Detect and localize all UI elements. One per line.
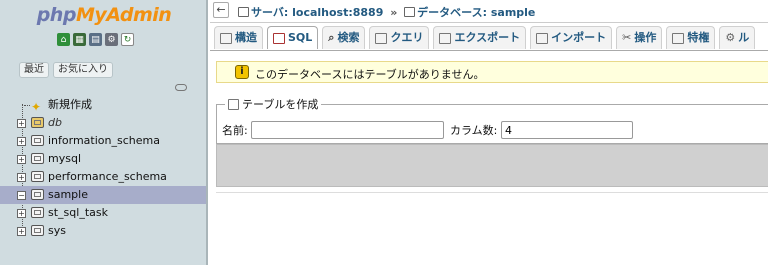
tree-item-information-schema[interactable]: + information_schema: [0, 132, 206, 150]
tab-import[interactable]: インポート: [530, 26, 613, 49]
operations-icon: ✂: [622, 31, 632, 44]
tab-export[interactable]: エクスポート: [433, 26, 527, 49]
info-icon: i: [235, 65, 249, 79]
tree-item-performance-schema[interactable]: + performance_schema: [0, 168, 206, 186]
privileges-icon: [672, 32, 685, 44]
home-icon[interactable]: ⌂: [57, 33, 70, 46]
query-icon: [375, 32, 388, 44]
expand-icon[interactable]: +: [17, 209, 26, 218]
tree-item-label: st_sql_task: [48, 206, 108, 219]
server-icon: [238, 7, 249, 17]
tab-underline: [210, 50, 768, 51]
database-tree: ✦ 新規作成 + db + information_schema + mysql…: [0, 96, 206, 240]
structure-icon: [220, 32, 232, 44]
tree-item-label: mysql: [48, 152, 81, 165]
table-icon: [228, 98, 239, 110]
tree-item-sys[interactable]: + sys: [0, 222, 206, 240]
divider: [216, 192, 768, 193]
tab-routines[interactable]: ⚙ ル: [719, 26, 756, 49]
fieldset-footer: [216, 144, 768, 187]
breadcrumb-server[interactable]: サーバ: localhost:8889: [251, 6, 383, 19]
breadcrumb: サーバ: localhost:8889 » データベース: sample: [238, 4, 535, 20]
sql-icon: [273, 32, 285, 44]
tree-item-label: 新規作成: [48, 98, 92, 111]
tree-item-st-sql-task[interactable]: + st_sql_task: [0, 204, 206, 222]
tab-sql[interactable]: SQL: [267, 26, 319, 49]
tree-item-new[interactable]: ✦ 新規作成: [0, 96, 206, 114]
phpmyadmin-logo[interactable]: phpMyAdmin: [0, 4, 208, 26]
database-icon: [31, 225, 44, 236]
expand-icon[interactable]: +: [17, 173, 26, 182]
tab-search[interactable]: ⌕ 検索: [322, 26, 366, 49]
nav-icon-toolbar: ⌂ ▦ ▤ ⚙ ↻: [57, 33, 134, 46]
tab-favorites[interactable]: お気に入り: [53, 62, 113, 78]
expand-icon[interactable]: +: [17, 227, 26, 236]
tree-item-mysql[interactable]: + mysql: [0, 150, 206, 168]
database-icon[interactable]: ▦: [73, 33, 86, 46]
navigation-panel: phpMyAdmin ⌂ ▦ ▤ ⚙ ↻ 最近 お気に入り ✦ 新規作成 + d…: [0, 0, 208, 265]
routines-icon: ⚙: [725, 31, 736, 44]
back-arrow-icon[interactable]: ←: [213, 2, 229, 18]
tab-structure[interactable]: 構造: [214, 26, 263, 49]
tree-item-label: sys: [48, 224, 66, 237]
tab-recent[interactable]: 最近: [19, 62, 49, 78]
tab-bar: 構造 SQL ⌕ 検索 クエリ エクスポート インポート ✂ 操作 特権 ⚙ ル: [210, 23, 768, 51]
tree-item-db[interactable]: + db: [0, 114, 206, 132]
column-count-label: カラム数:: [450, 124, 498, 137]
database-icon: [31, 153, 44, 164]
export-icon: [439, 32, 452, 44]
column-count-input[interactable]: [501, 121, 633, 139]
tab-operations[interactable]: ✂ 操作: [616, 26, 663, 49]
database-icon: [31, 117, 44, 128]
breadcrumb-bar: ← サーバ: localhost:8889 » データベース: sample: [210, 0, 768, 23]
breadcrumb-database[interactable]: データベース: sample: [417, 6, 535, 19]
nav-tabs: 最近 お気に入り: [19, 62, 113, 78]
expand-icon[interactable]: +: [17, 119, 26, 128]
link-icon[interactable]: [175, 84, 187, 91]
tab-query[interactable]: クエリ: [369, 26, 430, 49]
database-icon: [31, 207, 44, 218]
table-name-input[interactable]: [251, 121, 444, 139]
settings-icon[interactable]: ⚙: [105, 33, 118, 46]
create-table-title: テーブルを作成: [242, 98, 319, 111]
tab-privileges[interactable]: 特権: [666, 26, 716, 49]
table-name-label: 名前:: [222, 124, 248, 137]
tree-item-label: information_schema: [48, 134, 160, 147]
import-icon: [536, 32, 549, 44]
tree-item-label: sample: [48, 188, 88, 201]
tree-item-sample[interactable]: − sample: [0, 186, 206, 204]
database-icon: [31, 135, 44, 146]
create-table-legend: テーブルを作成: [225, 96, 322, 112]
database-icon: [31, 171, 44, 182]
notice-text: このデータベースにはテーブルがありません。: [255, 68, 485, 81]
collapse-icon[interactable]: −: [17, 191, 26, 200]
sql-icon[interactable]: ▤: [89, 33, 102, 46]
tree-item-label: db: [48, 116, 62, 129]
database-icon: [404, 7, 416, 17]
notice-box: i このデータベースにはテーブルがありません。: [216, 61, 768, 83]
expand-icon[interactable]: +: [17, 155, 26, 164]
database-icon: [31, 189, 44, 200]
expand-icon[interactable]: +: [17, 137, 26, 146]
search-icon: ⌕: [328, 31, 335, 44]
breadcrumb-separator: »: [390, 6, 398, 19]
tree-item-label: performance_schema: [48, 170, 167, 183]
reload-icon[interactable]: ↻: [121, 33, 134, 46]
